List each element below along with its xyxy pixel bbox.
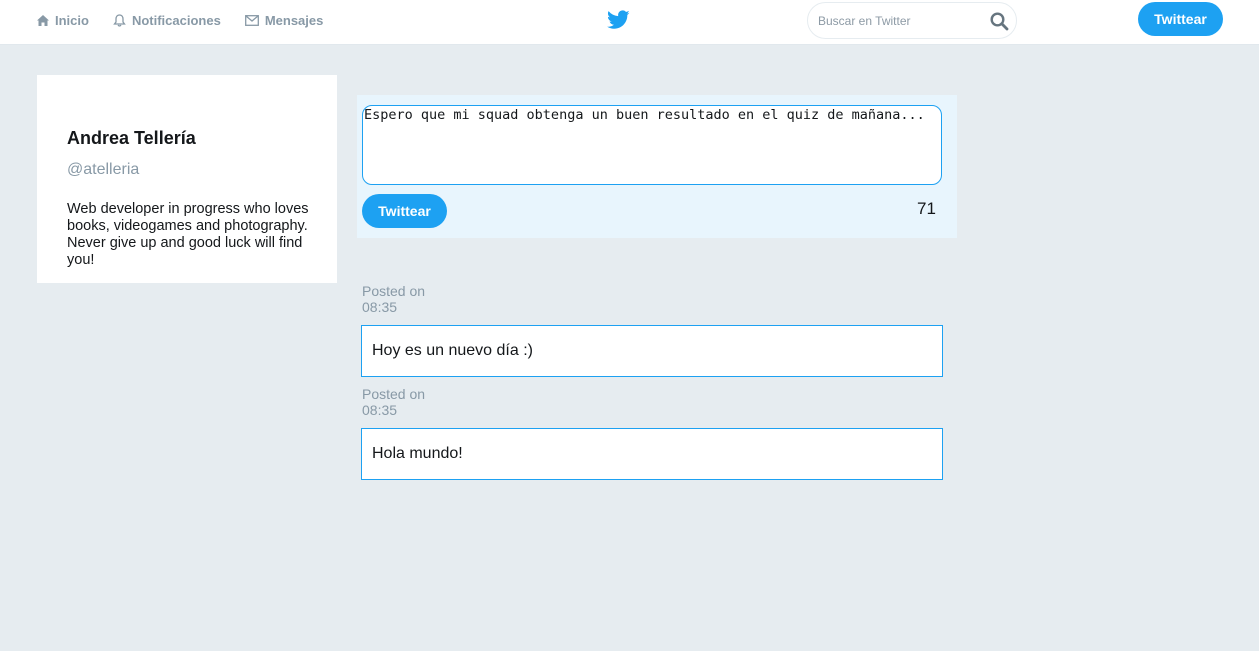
search-input[interactable] <box>818 11 983 31</box>
envelope-icon <box>244 14 259 26</box>
posted-label: Posted on <box>362 386 426 402</box>
nav-item-label: Notificaciones <box>131 12 221 28</box>
post-text: Hoy es un nuevo día :) <box>372 342 533 359</box>
profile-name: Andrea Tellería <box>67 128 196 148</box>
nav-item-mensajes[interactable]: Mensajes <box>244 12 324 28</box>
bell-icon <box>113 13 126 27</box>
char-counter: 71 <box>917 199 936 218</box>
tweet-composer: Espero que mi squad obtenga un buen resu… <box>357 95 957 238</box>
post-time: 08:35 <box>362 299 398 315</box>
profile-handle[interactable]: @atelleria <box>67 161 139 179</box>
search-box <box>807 2 1017 39</box>
nav-item-label: Inicio <box>55 12 89 28</box>
nav-item-notificaciones[interactable]: Notificaciones <box>113 13 221 28</box>
main-nav: Inicio Notificaciones Mensajes <box>37 0 347 40</box>
posted-label: Posted on <box>362 283 426 299</box>
top-navbar: Inicio Notificaciones Mensajes Buscar en… <box>0 0 1259 45</box>
post-time: 08:35 <box>362 402 398 418</box>
tweet-submit-button[interactable]: Twittear <box>362 194 447 228</box>
twitter-bird-icon[interactable] <box>607 10 630 35</box>
post-meta: Posted on 08:35 <box>362 386 425 418</box>
search-icon[interactable] <box>990 12 1009 36</box>
post-meta: Posted on 08:35 <box>362 283 425 315</box>
home-icon <box>37 14 49 26</box>
header-tweet-button[interactable]: Twittear <box>1138 2 1223 36</box>
post-text: Hola mundo! <box>372 445 463 462</box>
post-card: Hoy es un nuevo día :) <box>361 325 943 377</box>
profile-card: Andrea Tellería @atelleria Web developer… <box>37 75 337 283</box>
post-card: Hola mundo! <box>361 428 943 480</box>
nav-item-label: Mensajes <box>264 12 324 28</box>
nav-item-inicio[interactable]: Inicio <box>37 13 89 28</box>
tweet-textarea[interactable]: Espero que mi squad obtenga un buen resu… <box>362 105 942 185</box>
profile-bio: Web developer in progress who loves book… <box>67 201 309 268</box>
